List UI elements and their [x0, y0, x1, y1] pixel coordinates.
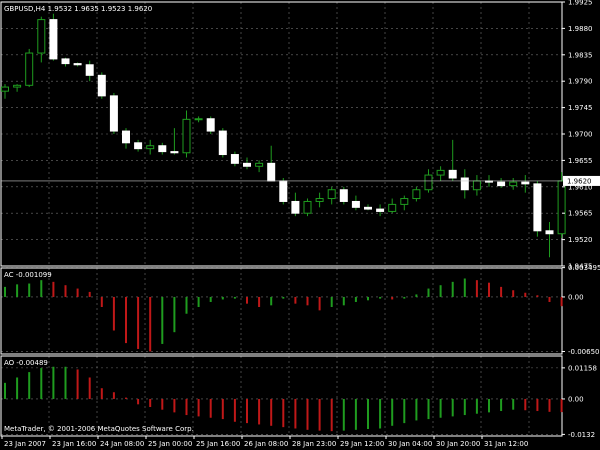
candle-body-bear — [339, 189, 348, 202]
candle-body-bull — [1, 86, 9, 92]
y-tick-label: 1.9565 — [568, 210, 593, 218]
candle-body-bull — [146, 145, 155, 150]
x-tick-label: 28 Jan 23:00 — [292, 440, 336, 448]
candle-body-bear — [109, 95, 118, 132]
candle[interactable] — [25, 48, 34, 88]
candle-body-bull — [303, 200, 312, 214]
y-tick-label: 1.9790 — [568, 78, 593, 86]
candle-body-bull — [472, 180, 481, 191]
candle-body-bull — [194, 118, 203, 121]
candle-body-bear — [243, 162, 251, 167]
x-tick-label: 25 Jan 00:00 — [148, 440, 192, 448]
candle-body-bull — [327, 189, 336, 200]
x-tick-label: 23 Jan 16:00 — [52, 440, 96, 448]
candle[interactable] — [206, 116, 215, 134]
candle-body-bear — [460, 177, 469, 191]
candle-body-bear — [351, 200, 360, 208]
candle-body-bear — [170, 151, 179, 154]
metatrader-chart[interactable]: 1.9925 1.9880 1.9835 1.9790 1.9745 1.9700 1.96… — [0, 0, 600, 450]
candle-body-bull — [25, 52, 34, 86]
candle[interactable] — [339, 186, 348, 205]
candle-body-bear — [206, 118, 215, 132]
symbol-ohlc-label: GBPUSD,H4 1.9532 1.9635 1.9523 1.9620 — [4, 5, 152, 13]
y-tick-label: 1.9880 — [568, 25, 593, 33]
candle-body-bear — [533, 183, 542, 232]
candle-body-bear — [448, 169, 457, 179]
x-tick-label: 30 Jan 04:00 — [388, 440, 432, 448]
ac-indicator-label: AC -0.001099 — [4, 271, 52, 279]
candle-body-bear — [49, 19, 58, 60]
x-tick-label: 31 Jan 12:00 — [484, 440, 528, 448]
x-tick-label: 24 Jan 08:00 — [100, 440, 144, 448]
y-tick-label: 1.9835 — [568, 51, 593, 59]
candle[interactable] — [49, 13, 58, 61]
candle-body-bull — [388, 203, 397, 212]
candle-body-bear — [521, 181, 530, 185]
candle[interactable] — [97, 72, 106, 99]
y-tick-label: -0.0132 — [568, 431, 595, 439]
candle-body-bear — [267, 162, 276, 182]
candle-body-bear — [218, 130, 227, 156]
candle-body-bear — [73, 63, 82, 66]
candle-body-bull — [400, 198, 409, 205]
candle-body-bear — [122, 130, 130, 144]
candle-body-bull — [315, 198, 324, 202]
ao-indicator-label: AO -0.00489 — [4, 359, 48, 367]
x-tick-label: 29 Jan 12:00 — [340, 440, 384, 448]
candle-body-bear — [85, 64, 94, 76]
copyright-label: MetaTrader, © 2001-2006 MetaQuotes Softw… — [4, 425, 194, 433]
candle-body-bull — [255, 162, 264, 167]
candle-body-bear — [497, 181, 506, 187]
x-tick-label: 26 Jan 08:00 — [244, 440, 288, 448]
candle-body-bull — [436, 169, 445, 176]
candle-body-bear — [61, 58, 70, 65]
y-tick-label: 0.01158 — [568, 364, 597, 372]
candle-body-bull — [13, 84, 22, 88]
candle[interactable] — [279, 178, 288, 205]
candle-body-bull — [557, 180, 566, 235]
x-tick-label: 25 Jan 16:00 — [196, 440, 240, 448]
candle-body-bull — [37, 19, 46, 54]
candle-body-bear — [376, 208, 385, 212]
y-tick-label: 1.9520 — [568, 236, 593, 244]
y-tick-label: 1.9700 — [568, 131, 593, 139]
candle-body-bear — [134, 142, 143, 150]
candle-body-bull — [412, 189, 421, 200]
y-tick-label: 1.9925 — [568, 0, 593, 7]
candle-body-bear — [291, 200, 300, 214]
y-tick-label: -0.00650 — [568, 348, 599, 356]
candle[interactable] — [303, 198, 312, 217]
candle[interactable] — [109, 92, 118, 134]
candle[interactable] — [218, 128, 227, 158]
x-tick-label: 30 Jan 20:00 — [436, 440, 480, 448]
current-price-label: 1.9620 — [567, 177, 592, 185]
candle-body-bear — [158, 145, 167, 153]
candle-body-bull — [509, 181, 518, 187]
y-tick-label: 0.00 — [568, 395, 584, 403]
y-tick-label: 1.9745 — [568, 104, 593, 112]
y-tick-label: 0.003495 — [568, 264, 600, 272]
candle-body-bull — [182, 118, 191, 154]
candle-body-bear — [364, 206, 372, 210]
candle-body-bull — [424, 174, 433, 191]
x-tick-label: 23 Jan 2007 — [4, 440, 46, 448]
candle-body-bear — [545, 230, 554, 235]
candle-body-bear — [279, 180, 288, 202]
y-tick-label: 0.00 — [568, 293, 584, 301]
candle-body-bear — [230, 154, 239, 164]
y-tick-label: 1.9655 — [568, 157, 593, 165]
candle-body-bear — [97, 74, 106, 97]
candle[interactable] — [533, 180, 542, 237]
